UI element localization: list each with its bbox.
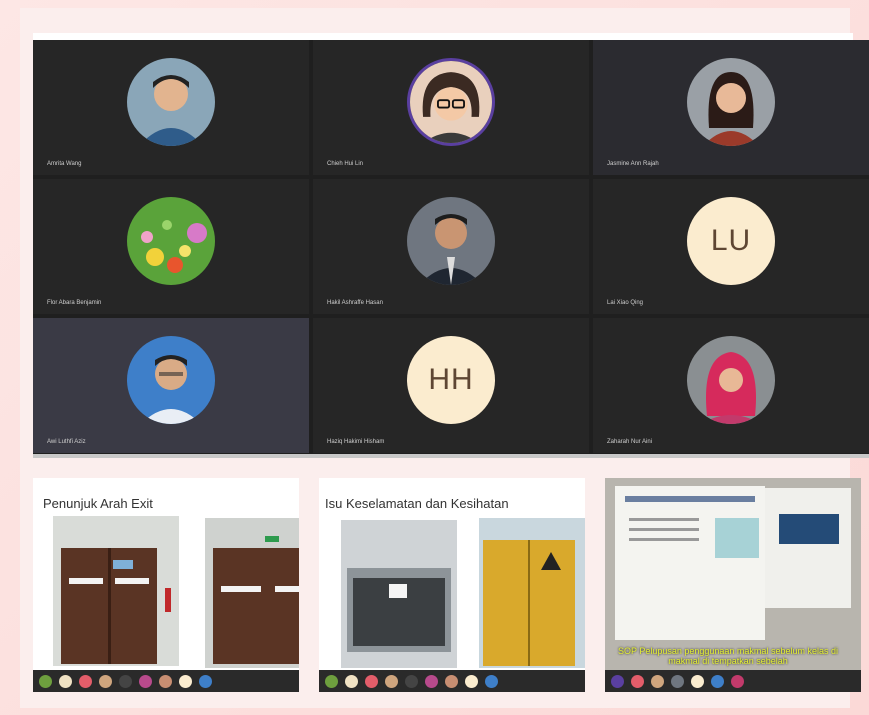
taskbar-icon[interactable] xyxy=(631,674,644,688)
taskbar-icon[interactable] xyxy=(385,674,398,688)
taskbar-icon[interactable] xyxy=(485,674,498,688)
participant-avatar xyxy=(407,58,495,146)
taskbar-icon[interactable] xyxy=(99,674,112,688)
participant-tile[interactable]: Chieh Hui Lin xyxy=(313,40,589,175)
taskbar-icon[interactable] xyxy=(365,674,378,688)
participant-tile[interactable]: LU Lai Xiao Qing xyxy=(593,179,869,314)
subtitle-caption: SOP Pelupusan penggunaan makmal sebelum … xyxy=(618,646,838,666)
participant-name: Amrita Wang xyxy=(47,161,82,167)
taskbar-icon[interactable] xyxy=(345,674,358,688)
participant-tile[interactable]: Zaharah Nur Aini xyxy=(593,318,869,453)
taskbar-icon[interactable] xyxy=(119,674,132,688)
taskbar-icon[interactable] xyxy=(711,674,724,688)
taskbar-icon[interactable] xyxy=(325,674,338,688)
participant-avatar xyxy=(127,197,215,285)
taskbar-icon[interactable] xyxy=(611,674,624,688)
taskbar-icon[interactable] xyxy=(139,674,152,688)
participant-name: Flor Abara Benjamin xyxy=(47,300,102,306)
taskbar-icon[interactable] xyxy=(651,674,664,688)
participant-name: Haziq Hakimi Hisham xyxy=(327,439,385,445)
participant-initials: LU xyxy=(687,197,775,285)
taskbar-icon[interactable] xyxy=(79,674,92,688)
taskbar-icon[interactable] xyxy=(39,674,52,688)
divider xyxy=(33,454,869,458)
participant-avatar xyxy=(127,58,215,146)
taskbar-icon[interactable] xyxy=(445,674,458,688)
taskbar xyxy=(319,670,585,692)
slide-screenshot: Penunjuk Arah Exit xyxy=(33,478,299,692)
taskbar-icon[interactable] xyxy=(465,674,478,688)
participant-tile[interactable]: Amrita Wang xyxy=(33,40,309,175)
participant-tile[interactable]: Jasmine Ann Rajah xyxy=(593,40,869,175)
participant-name: Chieh Hui Lin xyxy=(327,161,364,167)
taskbar-icon[interactable] xyxy=(405,674,418,688)
participant-avatar xyxy=(407,197,495,285)
participant-name: Awi Luthfi Aziz xyxy=(47,439,86,445)
taskbar-icon[interactable] xyxy=(159,674,172,688)
taskbar-icon[interactable] xyxy=(59,674,72,688)
taskbar xyxy=(605,670,861,692)
participant-name: Lai Xiao Qing xyxy=(607,300,644,306)
participant-tile[interactable]: HH Haziq Hakimi Hisham xyxy=(313,318,589,453)
taskbar-icon[interactable] xyxy=(731,674,744,688)
taskbar-icon[interactable] xyxy=(425,674,438,688)
participant-name: Hakil Ashraffe Hasan xyxy=(327,300,383,306)
safety-photo xyxy=(341,518,585,668)
participant-avatar xyxy=(687,58,775,146)
taskbar-icon[interactable] xyxy=(179,674,192,688)
participant-name: Zaharah Nur Aini xyxy=(607,439,653,445)
participant-tile[interactable]: Flor Abara Benjamin xyxy=(33,179,309,314)
participant-avatar xyxy=(687,336,775,424)
participant-initials: HH xyxy=(407,336,495,424)
exit-doors-photo xyxy=(53,516,299,668)
taskbar-icon[interactable] xyxy=(671,674,684,688)
slide-screenshot: SOP Pelupusan penggunaan makmal sebelum … xyxy=(605,478,861,692)
taskbar-icon[interactable] xyxy=(199,674,212,688)
participant-name: Jasmine Ann Rajah xyxy=(607,161,659,167)
meeting-grid: Amrita Wang Chieh Hui Lin Jasmine Ann Ra… xyxy=(33,40,869,455)
participant-avatar xyxy=(127,336,215,424)
participant-tile[interactable]: Awi Luthfi Aziz xyxy=(33,318,309,453)
slide-screenshot: Isu Keselamatan dan Kesihatan xyxy=(319,478,585,692)
taskbar xyxy=(33,670,299,692)
participant-tile[interactable]: Hakil Ashraffe Hasan xyxy=(313,179,589,314)
taskbar-icon[interactable] xyxy=(691,674,704,688)
